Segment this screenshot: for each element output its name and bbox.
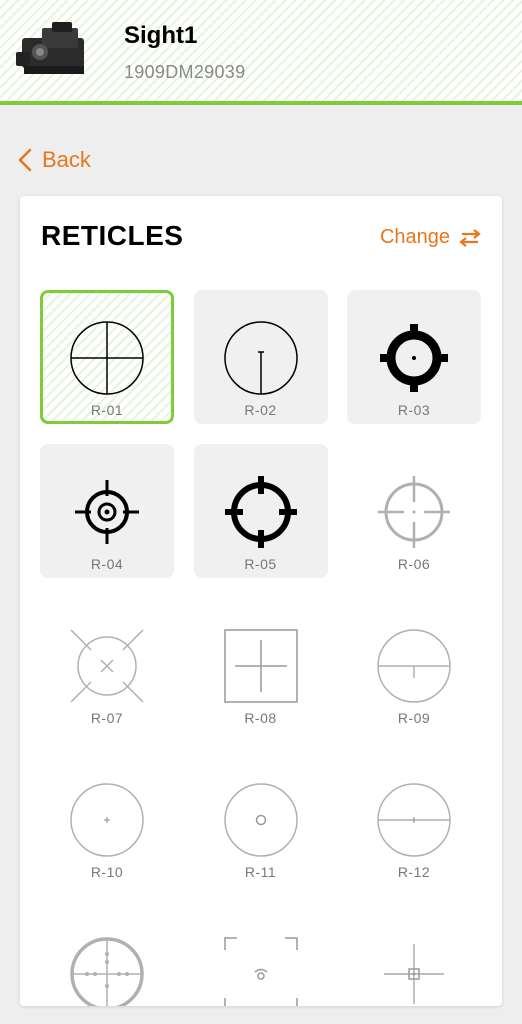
reticle-tile-r11[interactable]: R-11 [194,752,328,886]
reticle-label: R-01 [90,402,124,418]
reticle-tile-r01[interactable]: R-01 [40,290,174,424]
reticles-title: RETICLES [41,220,184,251]
reticle-tile-r14[interactable] [194,906,328,1006]
reticle-line-circle-icon [377,783,451,857]
reticle-square-cross-icon [223,629,298,703]
device-serial: 1909DM29039 [124,62,246,82]
change-button[interactable]: Change [380,226,482,249]
reticle-tile-r12[interactable]: R-12 [347,752,481,886]
reticle-label: R-05 [244,556,277,572]
back-label: Back [42,147,91,172]
back-button[interactable]: Back [18,142,91,178]
reticle-tile-r02[interactable]: R-02 [193,290,328,424]
reticle-label: R-08 [244,710,277,726]
red-dot-sight-image [16,22,84,74]
reticle-label: R-03 [397,402,431,418]
reticle-circle-dot-icon [223,783,298,857]
reticle-bold-ring-icon [224,476,297,548]
reticle-label: R-11 [244,864,277,880]
reticle-tile-r15[interactable] [347,906,481,1006]
reticle-ring-center-dot-icon [75,480,139,544]
reticle-post-circle-icon [223,321,298,395]
reticle-label: R-04 [90,556,124,572]
reticle-label: R-09 [397,710,431,726]
reticles-card: RETICLES Change R-01 R-02 R-03 R-04 R-05… [20,196,502,1006]
reticle-circle-plus-icon [70,783,144,857]
reticle-fine-cross-box-icon [384,944,444,1004]
reticle-tile-r04[interactable]: R-04 [40,444,174,578]
reticle-corner-brackets-icon [223,937,298,1006]
reticle-t-circle-icon [377,629,451,703]
reticle-label: R-12 [397,864,431,880]
reticle-tile-r03[interactable]: R-03 [347,290,481,424]
swap-arrows-icon [459,228,481,247]
change-label: Change [379,226,450,248]
reticle-crosshair-circle-icon [70,321,144,395]
reticle-tile-r08[interactable]: R-08 [194,598,328,732]
reticle-label: R-02 [244,402,277,418]
reticle-tile-r06[interactable]: R-06 [347,444,481,578]
reticle-tile-r07[interactable]: R-07 [40,598,174,732]
device-name: Sight1 [124,22,198,49]
reticle-label: R-10 [90,864,124,880]
reticle-tile-r10[interactable]: R-10 [40,752,174,886]
reticle-x-circle-icon [70,629,144,703]
reticle-gray-ring-icon [378,476,450,548]
chevron-left-icon [18,148,32,172]
reticle-tile-r09[interactable]: R-09 [347,598,481,732]
reticle-mil-dot-icon [70,937,144,1006]
reticle-grid: R-01 R-02 R-03 R-04 R-05 R-06 R-07 R-08 … [40,290,481,1006]
reticle-tile-r05[interactable]: R-05 [193,444,328,578]
reticle-label: R-06 [397,556,431,572]
device-header: Sight1 1909DM29039 [0,0,522,105]
reticle-tile-r13[interactable] [40,906,174,1006]
reticle-label: R-07 [90,710,124,726]
reticle-bold-ring-dot-icon [380,324,448,392]
